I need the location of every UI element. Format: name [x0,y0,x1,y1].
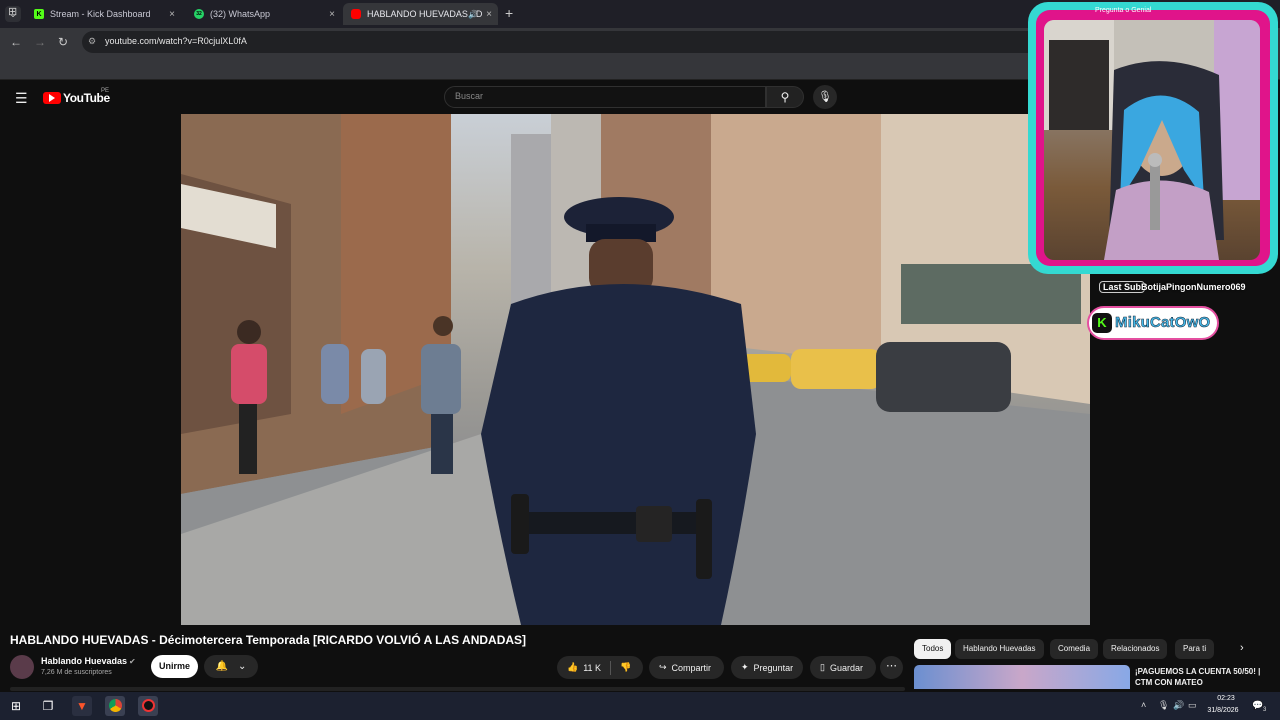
share-button[interactable]: ↪ Compartir [649,656,724,679]
subscriber-count: 7,26 M de suscriptores [41,669,112,676]
recommended-video-title-line2[interactable]: CTM CON MATEO [1135,678,1203,687]
tab-title: (32) WhatsApp [210,9,271,19]
chip-para-ti[interactable]: Para ti [1175,639,1215,659]
close-tab-icon[interactable]: × [329,9,335,20]
thumbs-up-icon[interactable]: 👍 [567,662,578,673]
chrome-browser-icon[interactable] [105,696,125,716]
webcam-illustration [1044,20,1260,260]
tab-youtube-video[interactable]: HABLANDO HUEVADAS - D 🔊 × [343,3,498,25]
kick-logo-icon: K [1092,313,1112,333]
search-button[interactable]: ⚲ [766,86,804,108]
notifications-icon[interactable]: 💬 [1252,700,1263,711]
chip-hablando-huevadas[interactable]: Hablando Huevadas [955,639,1044,659]
chevron-right-icon[interactable]: › [1240,642,1244,654]
comments-area-edge [10,687,905,691]
like-dislike-group[interactable]: 👍 11 K 👎 [557,656,643,679]
join-button[interactable]: Unirme [151,655,198,678]
video-frame-illustration [181,114,1090,625]
share-icon: ↪ [659,662,667,672]
network-tray-icon[interactable]: ▭ [1188,700,1197,711]
back-icon[interactable]: ← [10,35,22,49]
search-input[interactable] [444,86,766,108]
webcam-caption: Pregunta o Genial [1095,7,1152,14]
recommended-video-thumbnail[interactable] [914,665,1130,689]
verified-icon: ✔ [129,657,136,666]
last-sub-user: BotijaPingonNumero069 [1141,282,1246,292]
search-placeholder: Buscar [455,91,484,101]
tab-title: HABLANDO HUEVADAS - D [367,9,483,19]
chip-relacionados[interactable]: Relacionados [1103,639,1168,659]
recommended-video-title[interactable]: ¡PAGUEMOS LA CUENTA 50/50! | [1135,667,1260,676]
more-actions-icon[interactable]: ⋯ [880,656,903,679]
video-player[interactable] [181,114,1090,625]
volume-tray-icon[interactable]: 🔊 [1173,700,1184,711]
youtube-play-icon [49,94,55,102]
obs-app-icon[interactable] [138,696,158,716]
apps-grid-icon[interactable]: ⊞ [8,5,17,18]
channel-avatar[interactable] [10,655,34,679]
bookmark-icon: ▯ [820,662,825,672]
divider [610,660,612,675]
microphone-tray-icon[interactable]: 🎙 [1158,700,1169,711]
notification-count: 3 [1263,707,1267,713]
forward-icon[interactable]: → [34,35,46,49]
save-label: Guardar [829,662,863,673]
kick-favicon-icon: K [34,9,44,19]
clock-time[interactable]: 02:23 [1206,695,1246,702]
youtube-favicon-icon [351,9,361,19]
sparkle-icon: ✦ [741,662,749,672]
site-info-icon[interactable]: ⚙ [88,36,96,47]
close-tab-icon[interactable]: × [486,9,492,20]
bell-icon: 🔔 [215,661,229,672]
voice-search-button[interactable]: 🎙 [813,85,837,109]
clock-date[interactable]: 31/8/2026 [1203,707,1243,714]
ask-label: Preguntar [753,662,794,673]
brave-browser-icon[interactable]: ▼ [72,696,92,716]
save-button[interactable]: ▯ Guardar [810,656,876,679]
chip-comedia[interactable]: Comedia [1050,639,1099,659]
notifications-button[interactable]: 🔔 ⌄ [204,655,258,678]
channel-name[interactable]: Hablando Huevadas [41,656,127,666]
task-view-icon[interactable]: ❐ [38,696,58,716]
ask-button[interactable]: ✦ Preguntar [731,656,803,679]
close-tab-icon[interactable]: × [169,9,175,20]
kick-username: MikuCatOwO [1115,314,1211,332]
thumbs-down-icon[interactable]: 👎 [620,662,631,673]
speaker-icon[interactable]: 🔊 [468,10,478,19]
tab-whatsapp[interactable]: 32 (32) WhatsApp × [186,3,341,25]
whatsapp-favicon-icon: 32 [194,9,204,19]
like-count: 11 K [583,662,602,673]
windows-taskbar [0,692,1280,720]
country-code: PE [101,88,110,94]
windows-start-icon[interactable]: ⊞ [6,696,26,716]
reload-icon[interactable]: ↻ [58,35,68,49]
webcam-view [1044,20,1260,260]
menu-icon[interactable]: ☰ [15,90,28,107]
share-label: Compartir [671,662,712,673]
tab-kick-dashboard[interactable]: K Stream - Kick Dashboard × [26,3,181,25]
microphone-icon: 🎙 [818,91,832,103]
new-tab-button[interactable]: + [505,5,513,21]
last-sub-label: Last Sub [1099,281,1146,293]
chevron-down-icon: ⌄ [238,661,247,672]
chevron-up-icon[interactable]: ˄ [1141,700,1146,710]
url-text[interactable]: youtube.com/watch?v=R0cjulXL0fA [105,36,247,46]
video-title: HABLANDO HUEVADAS - Décimotercera Tempor… [10,633,527,647]
search-icon: ⚲ [780,90,790,104]
chip-todos[interactable]: Todos [914,639,952,659]
tab-title: Stream - Kick Dashboard [50,9,151,19]
